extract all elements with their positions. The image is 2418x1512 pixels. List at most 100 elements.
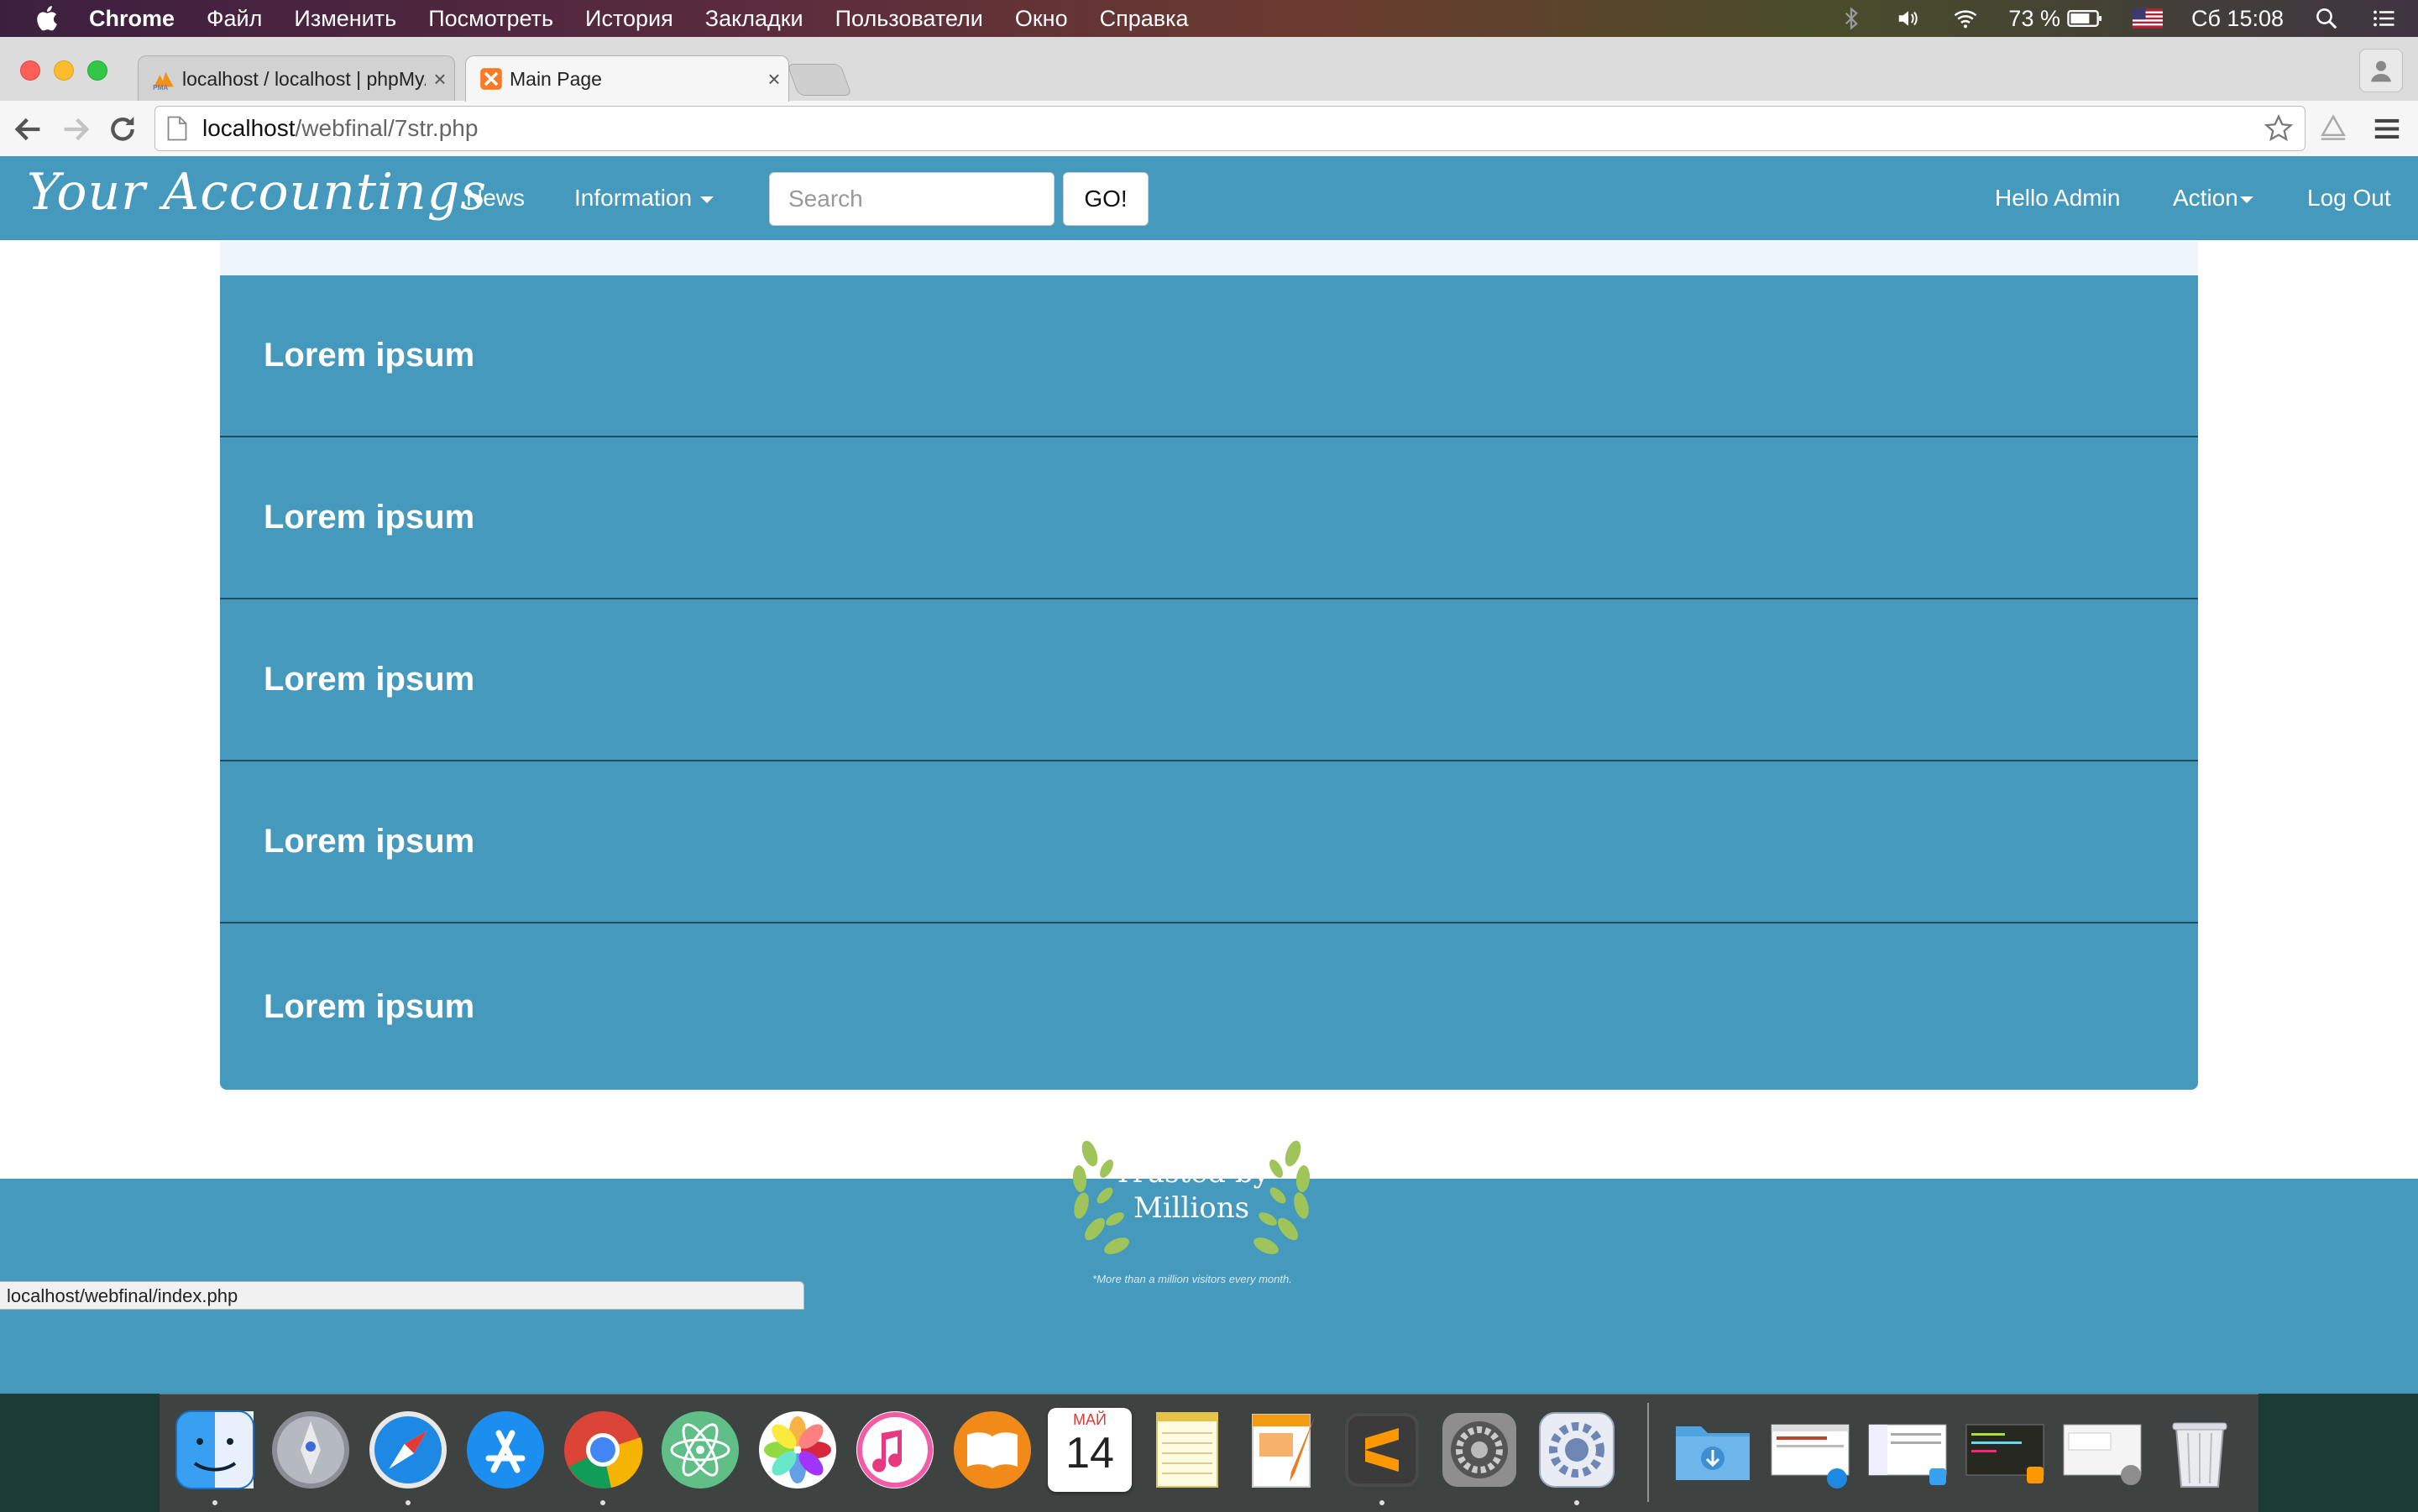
url-host: localhost <box>202 115 296 141</box>
page-icon <box>167 116 187 141</box>
tab-close-icon[interactable]: × <box>760 66 788 92</box>
menu-app-name[interactable]: Chrome <box>89 6 175 32</box>
chrome-window: PMA localhost / localhost | phpMyAdmin ×… <box>0 37 2418 1394</box>
trash-icon[interactable] <box>2158 1408 2242 1492</box>
forward-arrow-icon[interactable] <box>59 112 92 146</box>
apple-logo-icon[interactable] <box>32 3 64 34</box>
panel-row[interactable]: Lorem ipsum <box>220 275 2198 437</box>
menu-people[interactable]: Пользователи <box>835 6 983 32</box>
running-indicator <box>1379 1500 1384 1505</box>
itunes-icon[interactable] <box>853 1408 937 1492</box>
reload-icon[interactable] <box>106 112 139 146</box>
gear-app-icon[interactable] <box>1535 1408 1619 1492</box>
nav-action-label: Action <box>2173 185 2238 211</box>
spotlight-search-icon[interactable] <box>2312 6 2341 31</box>
menu-help[interactable]: Справка <box>1100 6 1189 32</box>
menu-edit[interactable]: Изменить <box>294 6 396 32</box>
dock-separator <box>1647 1403 1649 1502</box>
panel-row[interactable]: Lorem ipsum <box>220 923 2198 1090</box>
tab-title: localhost / localhost | phpMyAdmin <box>182 67 426 90</box>
wifi-icon[interactable] <box>1951 6 1980 31</box>
site-brand[interactable]: Your Accountings <box>27 163 487 222</box>
tab-strip: PMA localhost / localhost | phpMyAdmin ×… <box>0 37 2418 102</box>
running-indicator <box>212 1500 217 1505</box>
chrome-menu-icon[interactable] <box>2371 112 2403 144</box>
window-zoom-button[interactable] <box>87 60 107 81</box>
menu-file[interactable]: Файл <box>207 6 262 32</box>
running-indicator <box>406 1500 411 1505</box>
battery-percent: 73 % <box>2008 5 2060 31</box>
bluetooth-icon[interactable] <box>1837 6 1866 31</box>
macos-dock: МАЙ 14 <box>160 1394 2258 1512</box>
calendar-icon[interactable]: МАЙ 14 <box>1048 1408 1132 1492</box>
sublime-window-thumbnail[interactable] <box>1963 1408 2047 1492</box>
notification-center-icon[interactable] <box>2369 6 2398 31</box>
go-button[interactable]: GO! <box>1063 172 1149 226</box>
trusted-by-millions-badge: Trusted by Millions <box>1056 1128 1327 1271</box>
sublime-text-icon[interactable] <box>1340 1408 1424 1492</box>
svg-text:PMA: PMA <box>153 84 168 91</box>
system-preferences-icon[interactable] <box>1437 1408 1521 1492</box>
launchpad-icon[interactable] <box>269 1408 353 1492</box>
profile-button[interactable] <box>2359 49 2403 92</box>
browser-toolbar: localhost/webfinal/7str.php <box>0 101 2418 157</box>
safari-window-thumbnail[interactable] <box>1768 1408 1852 1492</box>
nav-information-dropdown[interactable]: Information <box>574 185 714 212</box>
menu-view[interactable]: Посмотреть <box>428 6 553 32</box>
content-header-strip <box>220 240 2198 275</box>
nav-logout[interactable]: Log Out <box>2307 185 2391 212</box>
downloads-folder-icon[interactable] <box>1671 1408 1755 1492</box>
notes-icon[interactable] <box>1145 1408 1229 1492</box>
lorem-panel-group: Lorem ipsum Lorem ipsum Lorem ipsum Lore… <box>220 275 2198 1090</box>
user-icon <box>2371 60 2391 82</box>
finder-icon[interactable] <box>173 1408 257 1492</box>
bookmark-star-icon[interactable] <box>2263 113 2295 144</box>
ibooks-icon[interactable] <box>950 1408 1034 1492</box>
panel-row[interactable]: Lorem ipsum <box>220 761 2198 923</box>
menu-window[interactable]: Окно <box>1015 6 1068 32</box>
tab-close-icon[interactable]: × <box>426 66 454 92</box>
address-bar[interactable]: localhost/webfinal/7str.php <box>154 106 2305 151</box>
tab-main-page[interactable]: Main Page × <box>465 55 789 102</box>
caret-down-icon <box>700 196 714 203</box>
menu-history[interactable]: История <box>585 6 673 32</box>
phpmyadmin-icon: PMA <box>153 71 174 91</box>
battery-icon[interactable] <box>2067 6 2104 31</box>
xampp-icon <box>480 68 502 90</box>
tab-phpmyadmin[interactable]: PMA localhost / localhost | phpMyAdmin × <box>138 55 455 102</box>
nav-news[interactable]: News <box>466 185 525 212</box>
preferences-window-thumbnail[interactable] <box>2060 1408 2144 1492</box>
menu-bookmarks[interactable]: Закладки <box>705 6 803 32</box>
nav-hello-admin[interactable]: Hello Admin <box>1995 185 2120 212</box>
window-close-button[interactable] <box>20 60 40 81</box>
new-tab-button[interactable] <box>787 64 852 96</box>
status-bubble-url: localhost/webfinal/index.php <box>0 1281 804 1310</box>
back-arrow-icon[interactable] <box>12 112 45 146</box>
running-indicator <box>1574 1500 1579 1505</box>
running-indicator <box>600 1500 605 1505</box>
app-store-icon[interactable] <box>463 1408 547 1492</box>
chrome-icon[interactable] <box>561 1408 645 1492</box>
extension-icon[interactable] <box>2317 112 2349 144</box>
nav-information-label: Information <box>574 185 693 211</box>
pages-icon[interactable] <box>1243 1408 1327 1492</box>
panel-row[interactable]: Lorem ipsum <box>220 437 2198 599</box>
calendar-month: МАЙ <box>1073 1411 1107 1428</box>
atom-icon[interactable] <box>658 1408 742 1492</box>
tab-title: Main Page <box>510 67 602 90</box>
calendar-day: 14 <box>1065 1429 1114 1478</box>
finder-window-thumbnail[interactable] <box>1866 1408 1950 1492</box>
badge-line-2: Millions <box>1133 1191 1250 1225</box>
caret-down-icon <box>2239 196 2253 203</box>
badge-text: Trusted by Millions <box>1056 1155 1327 1226</box>
volume-icon[interactable] <box>1894 6 1923 31</box>
photos-icon[interactable] <box>756 1408 840 1492</box>
menubar-clock[interactable]: Сб 15:08 <box>2191 6 2284 32</box>
badge-note: *More than a million visitors every mont… <box>1092 1273 1292 1285</box>
window-minimize-button[interactable] <box>54 60 74 81</box>
panel-row[interactable]: Lorem ipsum <box>220 599 2198 761</box>
safari-icon[interactable] <box>366 1408 450 1492</box>
nav-action-dropdown[interactable]: Action <box>2173 185 2253 212</box>
us-flag-icon[interactable] <box>2132 8 2163 29</box>
search-input[interactable] <box>769 172 1055 226</box>
